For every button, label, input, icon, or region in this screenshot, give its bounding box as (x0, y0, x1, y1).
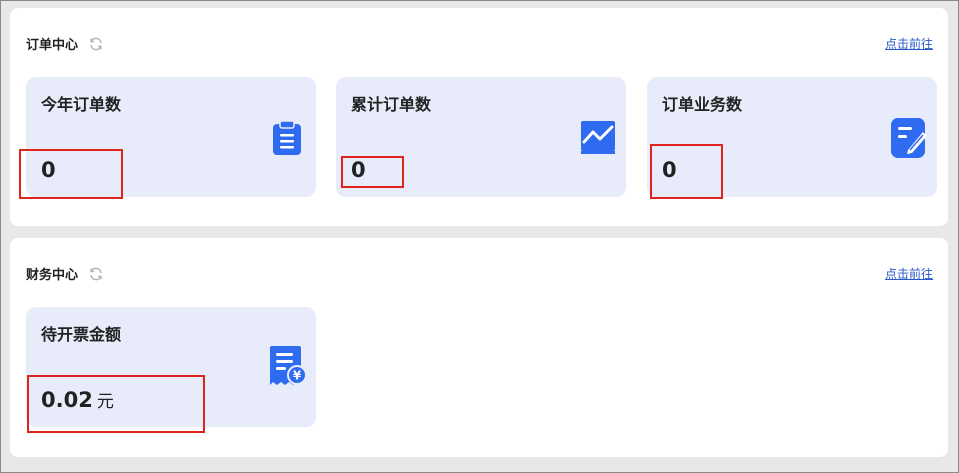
card-label: 累计订单数 (351, 95, 432, 114)
invoice-yuan-icon: ¥ (270, 346, 307, 385)
finance-center-title: 财务中心 (26, 268, 79, 283)
edit-note-icon (891, 118, 927, 158)
card-value: 0 (41, 158, 56, 182)
card-total-orders[interactable]: 累计订单数 0 (336, 77, 626, 197)
order-center-title: 订单中心 (26, 38, 79, 53)
card-year-orders[interactable]: 今年订单数 0 (26, 77, 316, 197)
finance-center-panel: 财务中心 点击前往 待开票金额 ¥ 0.02 元 (10, 238, 948, 457)
card-value: 0 (662, 158, 677, 182)
order-center-header: 订单中心 (26, 34, 104, 53)
card-value: 0.02 元 (41, 387, 114, 412)
order-center-panel: 订单中心 点击前往 今年订单数 0 累计订单数 0 订单业务数 0 (10, 8, 948, 226)
line-chart-icon (581, 121, 615, 154)
card-value: 0 (351, 158, 366, 182)
finance-center-goto-link[interactable]: 点击前往 (885, 265, 933, 282)
card-label: 今年订单数 (41, 95, 122, 114)
clipboard-icon (273, 120, 301, 155)
card-pending-invoice-amount[interactable]: 待开票金额 ¥ 0.02 元 (26, 307, 316, 427)
svg-text:¥: ¥ (293, 369, 302, 383)
card-order-business[interactable]: 订单业务数 0 (647, 77, 937, 197)
refresh-icon[interactable] (88, 36, 104, 52)
amount-unit: 元 (96, 392, 114, 412)
finance-center-header: 财务中心 (26, 264, 104, 283)
card-label: 订单业务数 (662, 95, 743, 114)
order-center-goto-link[interactable]: 点击前往 (885, 35, 933, 52)
card-label: 待开票金额 (41, 325, 122, 344)
amount-value: 0.02 (41, 388, 93, 412)
refresh-icon[interactable] (88, 266, 104, 282)
